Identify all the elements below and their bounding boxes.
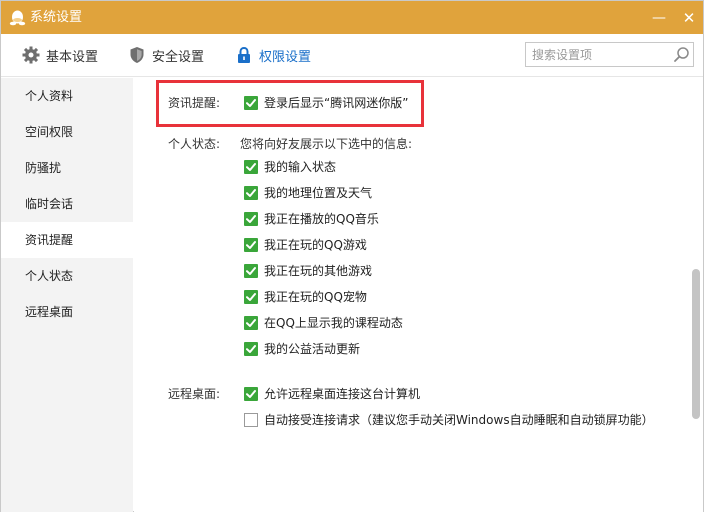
tab-security-settings-label: 安全设置 [152, 49, 205, 65]
lock-icon [238, 46, 250, 63]
checkbox-checked[interactable] [244, 387, 258, 401]
search-icon[interactable] [673, 46, 690, 63]
shield-icon [130, 47, 144, 63]
personal-status-label: 个人状态: [168, 137, 221, 151]
checkbox-checked[interactable] [244, 96, 258, 110]
tab-basic-settings[interactable]: 基本设置 [22, 34, 98, 76]
tab-permission-settings-label: 权限设置 [259, 49, 312, 65]
status-option-text: 我的公益活动更新 [264, 342, 361, 356]
content-scrollbar[interactable] [690, 78, 703, 512]
checkbox-checked[interactable] [244, 290, 258, 304]
sidebar-item-space-permissions[interactable]: 空间权限 [1, 114, 133, 150]
remote-option-allow[interactable]: 允许远程桌面连接这台计算机 [244, 386, 420, 402]
scrollbar-thumb[interactable] [692, 269, 700, 419]
status-option-text: 在QQ上显示我的课程动态 [264, 316, 403, 330]
news-option-text: 登录后显示“腾讯网迷你版” [264, 96, 409, 110]
status-option-typing[interactable]: 我的输入状态 [244, 159, 336, 175]
qq-penguin-icon [9, 10, 26, 26]
checkbox-unchecked[interactable] [244, 413, 258, 427]
news-option-row[interactable]: 登录后显示“腾讯网迷你版” [244, 95, 408, 111]
settings-sidebar: 个人资料 空间权限 防骚扰 临时会话 资讯提醒 个人状态 远程桌面 [1, 78, 133, 512]
tab-permission-settings[interactable]: 权限设置 [235, 34, 311, 76]
sidebar-item-news-alerts[interactable]: 资讯提醒 [1, 222, 133, 258]
status-option-course[interactable]: 在QQ上显示我的课程动态 [244, 315, 403, 331]
sidebar-item-personal-status[interactable]: 个人状态 [1, 258, 133, 294]
minimize-button[interactable]: — [649, 8, 669, 28]
status-option-text: 我的输入状态 [264, 160, 337, 174]
close-button[interactable]: ✕ [679, 8, 699, 28]
checkbox-checked[interactable] [244, 160, 258, 174]
status-option-music[interactable]: 我正在播放的QQ音乐 [244, 211, 379, 227]
tab-security-settings[interactable]: 安全设置 [128, 34, 204, 76]
checkbox-checked[interactable] [244, 238, 258, 252]
tab-basic-settings-label: 基本设置 [46, 49, 99, 65]
sidebar-item-anti-harassment[interactable]: 防骚扰 [1, 150, 133, 186]
checkbox-checked[interactable] [244, 212, 258, 226]
gear-icon [22, 46, 40, 64]
status-option-text: 我的地理位置及天气 [264, 186, 373, 200]
search-input[interactable] [526, 43, 666, 66]
status-description: 您将向好友展示以下选中的信息: [240, 137, 413, 151]
sidebar-item-remote-desktop[interactable]: 远程桌面 [1, 294, 133, 330]
title-bar[interactable]: 系统设置 — ✕ [1, 1, 703, 34]
remote-option-auto-accept[interactable]: 自动接受连接请求（建议您手动关闭Windows自动睡眠和自动锁屏功能） [244, 412, 654, 428]
settings-window: 系统设置 — ✕ 基本设置 安全设置 权限设置 搜索设置项 个人资料 空间权限 … [0, 0, 704, 512]
status-option-charity[interactable]: 我的公益活动更新 [244, 341, 360, 357]
status-option-text: 我正在玩的QQ游戏 [264, 238, 367, 252]
status-option-text: 我正在玩的QQ宠物 [264, 290, 367, 304]
status-option-other-game[interactable]: 我正在玩的其他游戏 [244, 263, 372, 279]
remote-option-text: 自动接受连接请求（建议您手动关闭Windows自动睡眠和自动锁屏功能） [264, 413, 654, 427]
checkbox-checked[interactable] [244, 186, 258, 200]
status-option-location[interactable]: 我的地理位置及天气 [244, 185, 372, 201]
status-option-text: 我正在播放的QQ音乐 [264, 212, 379, 226]
news-alerts-label: 资讯提醒: [168, 96, 221, 110]
remote-desktop-label: 远程桌面: [168, 387, 221, 401]
remote-option-text: 允许远程桌面连接这台计算机 [264, 387, 421, 401]
checkbox-checked[interactable] [244, 342, 258, 356]
status-option-qq-game[interactable]: 我正在玩的QQ游戏 [244, 237, 367, 253]
sidebar-item-profile[interactable]: 个人资料 [1, 78, 133, 114]
settings-content: 资讯提醒: 登录后显示“腾讯网迷你版” 个人状态: 您将向好友展示以下选中的信息… [134, 78, 703, 512]
checkbox-checked[interactable] [244, 316, 258, 330]
status-option-text: 我正在玩的其他游戏 [264, 264, 373, 278]
settings-toolbar: 基本设置 安全设置 权限设置 [1, 34, 703, 77]
sidebar-item-temp-session[interactable]: 临时会话 [1, 186, 133, 222]
checkbox-checked[interactable] [244, 264, 258, 278]
window-title: 系统设置 [30, 10, 83, 25]
status-option-qq-pet[interactable]: 我正在玩的QQ宠物 [244, 289, 367, 305]
settings-search[interactable] [525, 42, 694, 67]
